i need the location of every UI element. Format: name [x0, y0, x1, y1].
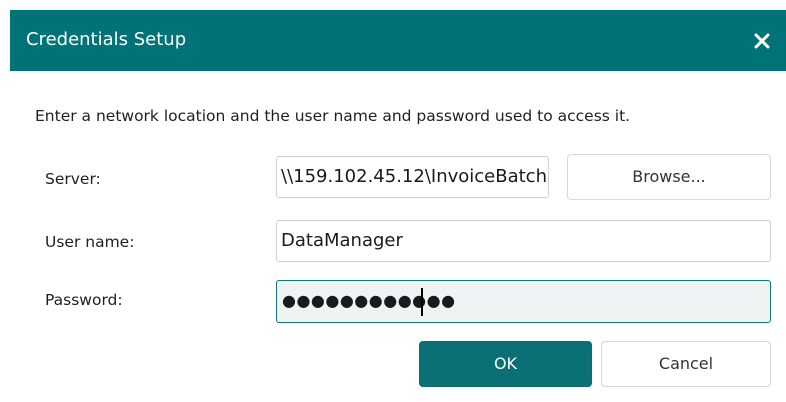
cancel-button[interactable]: Cancel	[601, 341, 771, 387]
server-label: Server:	[45, 170, 101, 188]
close-button[interactable]	[748, 27, 776, 55]
browse-button[interactable]: Browse...	[567, 154, 771, 200]
username-label: User name:	[45, 233, 135, 251]
title-bar: Credentials Setup	[10, 10, 786, 71]
server-value: \\159.102.45.12\InvoiceBatches	[281, 166, 549, 187]
password-label: Password:	[45, 291, 123, 309]
server-field[interactable]: \\159.102.45.12\InvoiceBatches	[276, 156, 549, 198]
text-caret	[421, 288, 423, 316]
dialog-title: Credentials Setup	[26, 29, 187, 50]
instruction-text: Enter a network location and the user na…	[35, 107, 631, 125]
password-masked-value: ●●●●●●●●●●●●	[282, 291, 456, 310]
ok-button[interactable]: OK	[419, 341, 592, 387]
username-field[interactable]: DataManager	[276, 220, 771, 262]
credentials-dialog: Credentials Setup Enter a network locati…	[10, 10, 786, 402]
close-icon	[754, 33, 770, 49]
password-field[interactable]: ●●●●●●●●●●●●	[276, 280, 771, 323]
username-value: DataManager	[281, 230, 403, 251]
